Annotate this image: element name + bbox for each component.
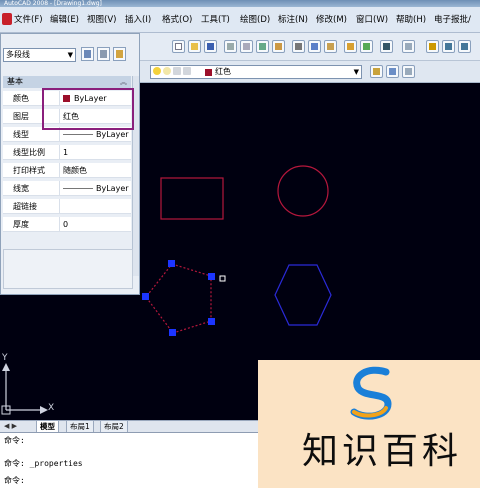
menu-tools[interactable]: 工具(T) (201, 14, 230, 26)
layer-freeze-icon (163, 67, 171, 75)
menu-file[interactable]: 文件(F) (14, 14, 43, 26)
command-window[interactable]: 命令: 命令: _properties 命令: (0, 432, 260, 488)
command-prompt[interactable]: 命令: (4, 475, 25, 486)
toggle-pickadd-icon[interactable] (81, 47, 94, 61)
zoom-realtime-icon[interactable] (442, 40, 455, 53)
window-title: AutoCAD 2008 - [Drawing1.dwg] (0, 0, 480, 7)
circle-shape[interactable] (277, 165, 329, 217)
publish-icon[interactable] (256, 40, 269, 53)
grip-point[interactable] (169, 329, 176, 336)
plot-icon[interactable] (224, 40, 237, 53)
layout-tabs: ◀ ▶ 模型 布局1 布局2 (0, 420, 260, 433)
plot-preview-icon[interactable] (240, 40, 253, 53)
new-file-icon[interactable] (172, 40, 185, 53)
current-layer-name: 红色 (215, 67, 231, 76)
layer-previous-icon[interactable] (386, 65, 399, 78)
ucs-y-label: Y (2, 353, 8, 363)
chevron-down-icon: ▼ (67, 51, 73, 59)
make-object-layer-current-icon[interactable] (370, 65, 383, 78)
match-properties-icon[interactable] (344, 40, 357, 53)
grip-point[interactable] (208, 273, 215, 280)
grip-point[interactable] (142, 293, 149, 300)
menu-edit[interactable]: 编辑(E) (50, 14, 79, 26)
ucs-x-label: X (48, 403, 55, 413)
tab-nav-arrows[interactable]: ◀ ▶ (4, 422, 17, 430)
paste-icon[interactable] (324, 40, 337, 53)
menu-modify[interactable]: 修改(M) (316, 14, 347, 26)
selected-pentagon-shape[interactable] (145, 263, 212, 334)
cut-icon[interactable] (292, 40, 305, 53)
chevron-down-icon: ▼ (353, 68, 359, 76)
redo-icon[interactable] (402, 40, 415, 53)
open-file-icon[interactable] (188, 40, 201, 53)
layer-toolbar: 红色 ▼ (140, 61, 480, 83)
autocad-app-icon[interactable] (2, 13, 12, 25)
menu-insert[interactable]: 插入(I) (125, 14, 151, 26)
select-objects-icon[interactable] (97, 47, 110, 61)
object-type-dropdown[interactable]: 多段线 ▼ (3, 48, 76, 62)
watermark-text: 知识百科 (302, 431, 463, 472)
pan-icon[interactable] (426, 40, 439, 53)
rectangle-shape[interactable] (160, 177, 224, 220)
layer-states-icon[interactable] (402, 65, 415, 78)
menu-view[interactable]: 视图(V) (87, 14, 116, 26)
watermark-panel: 知识百科 (258, 360, 480, 488)
block-editor-icon[interactable] (360, 40, 373, 53)
menu-draw[interactable]: 绘图(D) (240, 14, 270, 26)
zoom-window-icon[interactable] (458, 40, 471, 53)
cursor-pickbox (219, 275, 226, 282)
quick-select-icon[interactable] (113, 47, 126, 61)
undo-icon[interactable] (380, 40, 393, 53)
command-history-line: 命令: (4, 436, 25, 445)
grip-point[interactable] (168, 260, 175, 267)
3d-dwf-icon[interactable] (272, 40, 285, 53)
layer-color-swatch (205, 69, 212, 76)
layer-lock-icon (173, 67, 181, 75)
save-icon[interactable] (204, 40, 217, 53)
menu-window[interactable]: 窗口(W) (356, 14, 388, 26)
command-history-line: 命令: _properties (4, 459, 83, 468)
menu-bar: 文件(F) 编辑(E) 视图(V) 插入(I) 格式(O) 工具(T) 绘图(D… (0, 7, 480, 33)
menu-dimension[interactable]: 标注(N) (278, 14, 308, 26)
menu-format[interactable]: 格式(O) (162, 14, 192, 26)
menu-help[interactable]: 帮助(H) (396, 14, 426, 26)
standard-toolbar (140, 33, 480, 61)
object-type-value: 多段线 (6, 50, 30, 59)
menu-ereport[interactable]: 电子报批/ (434, 14, 471, 26)
layer-plot-icon (183, 67, 191, 75)
watermark-logo-icon (350, 366, 392, 420)
grip-point[interactable] (208, 318, 215, 325)
hexagon-shape[interactable] (274, 264, 332, 326)
copy-icon[interactable] (308, 40, 321, 53)
layer-on-icon (153, 67, 161, 75)
layer-dropdown[interactable]: 红色 ▼ (150, 65, 362, 79)
